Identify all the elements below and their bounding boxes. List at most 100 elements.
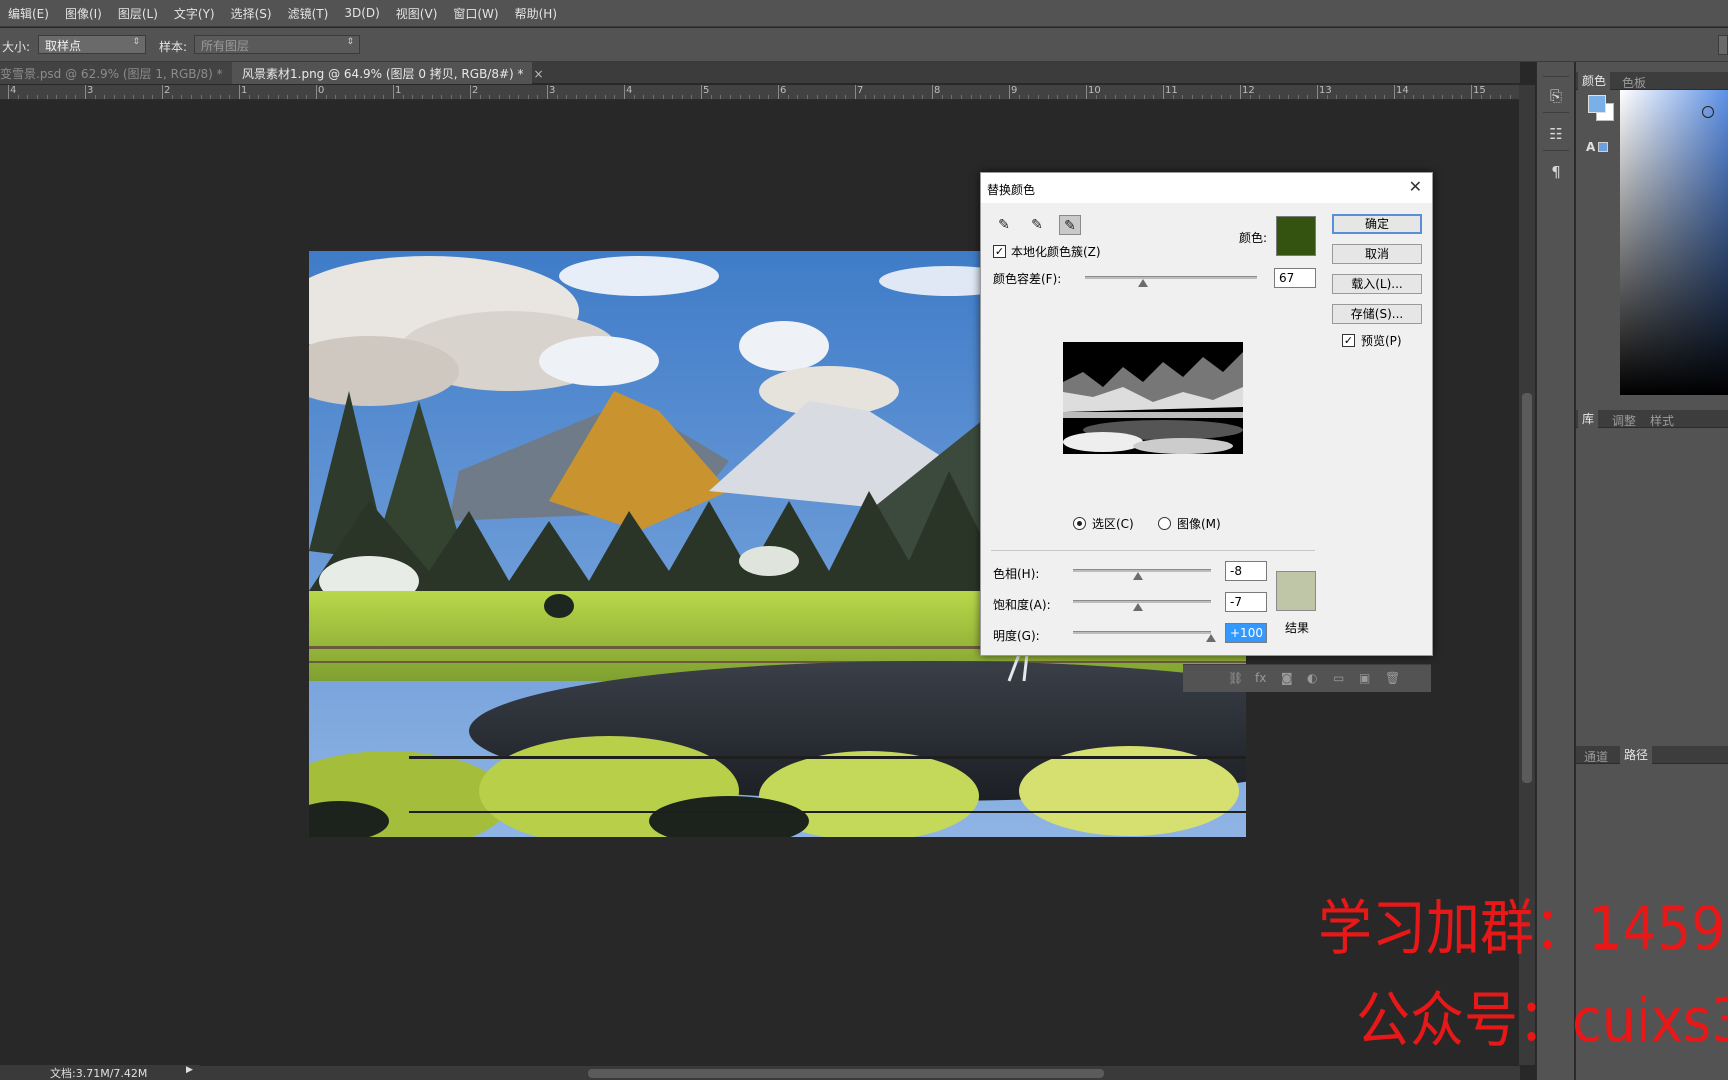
tab-styles[interactable]: 样式 bbox=[1650, 412, 1674, 429]
ruler-minor-tick bbox=[951, 95, 953, 99]
ruler-minor-tick bbox=[1499, 95, 1501, 99]
replace-color-swatch[interactable] bbox=[1276, 216, 1316, 256]
hue-slider[interactable] bbox=[1073, 569, 1211, 580]
group-icon[interactable]: ▭ bbox=[1333, 671, 1344, 685]
ruler-minor-tick bbox=[1442, 95, 1444, 99]
close-icon[interactable]: ✕ bbox=[1409, 177, 1422, 196]
menu-edit[interactable]: 编辑(E) bbox=[8, 5, 49, 22]
menu-layer[interactable]: 图层(L) bbox=[118, 5, 158, 22]
tab-color[interactable]: 颜色 bbox=[1578, 72, 1611, 90]
ruler-minor-tick bbox=[864, 95, 866, 99]
horizontal-scrollbar[interactable] bbox=[200, 1066, 1520, 1080]
mask-icon[interactable]: ◙ bbox=[1281, 671, 1293, 685]
hue-input[interactable]: -8 bbox=[1225, 561, 1267, 581]
ruler-minor-tick bbox=[739, 95, 741, 99]
cancel-button[interactable]: 取消 bbox=[1332, 244, 1422, 264]
close-icon[interactable]: × bbox=[534, 67, 544, 81]
workspace-switcher[interactable] bbox=[1718, 35, 1728, 55]
horizontal-scroll-thumb[interactable] bbox=[588, 1069, 1104, 1078]
tab-libraries[interactable]: 库 bbox=[1578, 410, 1599, 428]
saturation-slider-thumb[interactable] bbox=[1133, 603, 1143, 611]
menu-window[interactable]: 窗口(W) bbox=[453, 5, 498, 22]
lightness-input[interactable]: +100 bbox=[1225, 623, 1267, 643]
ruler-minor-tick bbox=[1201, 95, 1203, 99]
localized-clusters-checkbox[interactable]: ✓ bbox=[993, 245, 1006, 258]
eyedropper-minus-icon[interactable]: ✎ bbox=[1059, 215, 1081, 235]
preview-checkbox[interactable]: ✓ bbox=[1342, 334, 1355, 347]
color-label: 颜色: bbox=[1239, 231, 1268, 245]
link-layers-icon[interactable]: ⛓ bbox=[1228, 671, 1243, 685]
ruler-minor-tick bbox=[1451, 95, 1453, 99]
saturation-label: 饱和度(A): bbox=[993, 598, 1051, 612]
foreground-color-swatch[interactable] bbox=[1588, 95, 1606, 113]
color-panel-tabs: 颜色 色板 bbox=[1576, 72, 1728, 90]
tolerance-input[interactable]: 67 bbox=[1274, 268, 1316, 288]
menu-filter[interactable]: 滤镜(T) bbox=[288, 5, 329, 22]
adjustment-layer-icon[interactable]: ◐ bbox=[1307, 671, 1317, 685]
paragraph-icon[interactable]: ¶ bbox=[1544, 160, 1568, 184]
ruler-number: 11 bbox=[1165, 85, 1178, 96]
hue-slider-thumb[interactable] bbox=[1133, 572, 1143, 580]
menu-select[interactable]: 选择(S) bbox=[231, 5, 272, 22]
tab-paths[interactable]: 路径 bbox=[1620, 746, 1653, 764]
menu-image[interactable]: 图像(I) bbox=[65, 5, 102, 22]
ruler-number: 2 bbox=[472, 85, 479, 96]
ok-button[interactable]: 确定 bbox=[1332, 214, 1422, 234]
tab-swatches[interactable]: 色板 bbox=[1622, 74, 1646, 91]
sample-size-select[interactable]: 取样点 ⇕ bbox=[38, 35, 146, 54]
paths-panel-tabs: 通道 路径 bbox=[1576, 746, 1728, 764]
selection-mask-preview bbox=[1063, 342, 1243, 454]
ruler-minor-tick bbox=[518, 95, 520, 99]
tolerance-slider-thumb[interactable] bbox=[1138, 279, 1148, 287]
saturation-slider[interactable] bbox=[1073, 600, 1211, 611]
tab-adjustments[interactable]: 调整 bbox=[1612, 412, 1636, 429]
result-color-swatch[interactable] bbox=[1276, 571, 1316, 611]
ruler-minor-tick bbox=[1326, 95, 1328, 99]
menu-3d[interactable]: 3D(D) bbox=[344, 6, 379, 20]
image-radio[interactable] bbox=[1158, 517, 1171, 530]
ruler-minor-tick bbox=[1384, 95, 1386, 99]
ruler-major-tick bbox=[547, 85, 548, 99]
selection-radio[interactable] bbox=[1073, 517, 1086, 530]
ruler-major-tick bbox=[239, 85, 240, 99]
history-icon[interactable]: ⎘ bbox=[1544, 84, 1568, 108]
options-bar: 大小: 取样点 ⇕ 样本: 所有图层 ⇕ bbox=[0, 28, 1728, 62]
eyedropper-plus-icon[interactable]: ✎ bbox=[1026, 215, 1048, 235]
properties-icon[interactable]: ☷ bbox=[1544, 122, 1568, 146]
color-picker-marker[interactable] bbox=[1702, 106, 1714, 118]
ruler-minor-tick bbox=[1345, 95, 1347, 99]
ruler-number: 10 bbox=[1088, 85, 1101, 96]
menu-type[interactable]: 文字(Y) bbox=[174, 5, 215, 22]
sample-layers-select[interactable]: 所有图层 ⇕ bbox=[194, 35, 360, 54]
tab-landscape-png[interactable]: 风景素材1.png @ 64.9% (图层 0 拷贝, RGB/8#) * × bbox=[232, 62, 544, 84]
status-bar: 文档:3.71M/7.42M ▶ bbox=[0, 1065, 200, 1080]
tolerance-slider[interactable] bbox=[1085, 276, 1257, 287]
tab-snow-psd[interactable]: 变雪景.psd @ 62.9% (图层 1, RGB/8) *× bbox=[0, 62, 243, 84]
color-picker-field[interactable] bbox=[1620, 90, 1728, 395]
ruler-minor-tick bbox=[383, 95, 385, 99]
tab-channels[interactable]: 通道 bbox=[1584, 748, 1608, 765]
ruler-minor-tick bbox=[75, 95, 77, 99]
saturation-input[interactable]: -7 bbox=[1225, 592, 1267, 612]
status-menu-arrow-icon[interactable]: ▶ bbox=[186, 1065, 193, 1075]
photoshop-window: 编辑(E) 图像(I) 图层(L) 文字(Y) 选择(S) 滤镜(T) 3D(D… bbox=[0, 0, 1728, 1080]
fx-icon[interactable]: fx bbox=[1255, 671, 1266, 685]
menu-help[interactable]: 帮助(H) bbox=[515, 5, 557, 22]
eyedropper-icon[interactable]: ✎ bbox=[993, 215, 1015, 235]
load-button[interactable]: 载入(L)... bbox=[1332, 274, 1422, 294]
save-button[interactable]: 存储(S)... bbox=[1332, 304, 1422, 324]
ruler-minor-tick bbox=[181, 95, 183, 99]
new-layer-icon[interactable]: ▣ bbox=[1359, 671, 1370, 685]
menu-view[interactable]: 视图(V) bbox=[396, 5, 438, 22]
lightness-slider-thumb[interactable] bbox=[1206, 634, 1216, 642]
vertical-scroll-thumb[interactable] bbox=[1522, 393, 1532, 783]
ruler-minor-tick bbox=[46, 95, 48, 99]
trash-icon[interactable]: 🗑 bbox=[1385, 671, 1400, 685]
watermark-line-2: 公众号：cuixs333 bbox=[1356, 986, 1728, 1056]
sample-label: 样本: bbox=[159, 40, 188, 54]
ruler-minor-tick bbox=[662, 95, 664, 99]
ruler-minor-tick bbox=[893, 95, 895, 99]
ruler-minor-tick bbox=[980, 95, 982, 99]
lightness-slider[interactable] bbox=[1073, 631, 1216, 642]
ruler-number: 2 bbox=[164, 85, 171, 96]
